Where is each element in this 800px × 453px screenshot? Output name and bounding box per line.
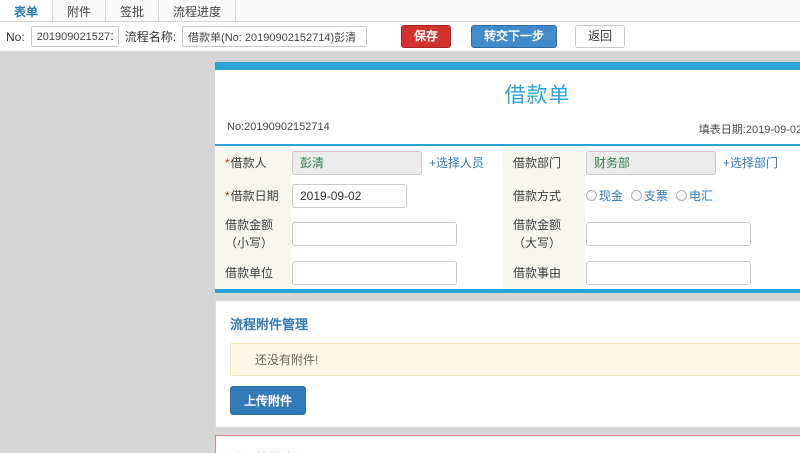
radio-icon[interactable] <box>631 190 643 201</box>
amount-upper-cell <box>585 212 800 256</box>
loan-method-radio-group: 现金 支票 电汇 <box>586 187 713 204</box>
loan-method-cell: 现金 支票 电汇 <box>585 179 800 212</box>
loan-reason-label: 借款事由 <box>503 256 585 289</box>
department-cell: +选择部门 <box>585 146 800 179</box>
content-area: 借款单 No:20190902152714 填表日期:2019-09-02 15… <box>0 52 800 453</box>
radio-icon[interactable] <box>586 190 597 201</box>
loan-form-panel: 借款单 No:20190902152714 填表日期:2019-09-02 15… <box>215 62 800 453</box>
upload-attachment-button[interactable]: 上传附件 <box>230 386 307 415</box>
tab-progress[interactable]: 流程进度 <box>159 0 237 21</box>
loan-method-label: 借款方式 <box>503 179 585 212</box>
tab-attachment[interactable]: 附件 <box>53 0 107 21</box>
loan-date-label: *借款日期 <box>215 179 291 212</box>
approval-heading: 流程签批意见 <box>230 449 800 453</box>
loan-reason-input[interactable] <box>586 260 751 285</box>
department-input[interactable] <box>586 150 716 175</box>
borrower-label: *借款人 <box>215 146 291 179</box>
borrower-input[interactable] <box>292 150 422 175</box>
loan-reason-cell <box>585 256 800 289</box>
form-title: 借款单 <box>504 84 571 107</box>
panel-bottom-bar <box>215 289 800 293</box>
no-attachments-alert: 还没有附件! <box>230 343 800 376</box>
amount-upper-label: 借款金额（大写） <box>503 212 585 256</box>
no-input[interactable] <box>30 26 119 47</box>
required-mark: * <box>225 188 230 203</box>
form-header: 借款单 No:20190902152714 填表日期:2019-09-02 15… <box>215 70 800 146</box>
back-button[interactable]: 返回 <box>575 24 626 49</box>
select-department-link[interactable]: +选择部门 <box>723 154 778 171</box>
page: { "tabs": [ { "label": "表单", "active": t… <box>0 0 800 453</box>
required-mark: * <box>225 155 230 170</box>
approval-comments-panel: 流程签批意见 B I abc A ⚑ « » ” <box>215 435 800 453</box>
attachments-panel: 流程附件管理 还没有附件! 上传附件 <box>215 300 800 428</box>
tab-form[interactable]: 表单 <box>0 0 54 21</box>
loan-unit-cell <box>291 256 503 289</box>
department-label: 借款部门 <box>503 146 585 179</box>
amount-lower-label: 借款金额（小写） <box>215 212 291 256</box>
attachments-heading: 流程附件管理 <box>230 317 309 332</box>
loan-unit-label: 借款单位 <box>215 256 291 289</box>
radio-option-wire[interactable]: 电汇 <box>676 187 713 204</box>
tab-approval[interactable]: 签批 <box>106 0 160 21</box>
form-fill-date: 填表日期:2019-09-02 15:27:14 <box>698 124 800 136</box>
loan-date-input[interactable] <box>292 183 407 208</box>
amount-lower-cell <box>291 212 503 256</box>
form-meta-row: No:20190902152714 填表日期:2019-09-02 15:27:… <box>227 119 800 144</box>
amount-lower-input[interactable] <box>292 222 457 246</box>
radio-option-cheque[interactable]: 支票 <box>631 187 668 204</box>
form-fields: *借款人 +选择人员 借款部门 +选择部门 *借款日期 借款方式 <box>215 146 800 289</box>
select-person-link[interactable]: +选择人员 <box>429 154 484 171</box>
no-label: No: <box>6 29 25 44</box>
radio-icon[interactable] <box>676 190 688 201</box>
radio-option-cash[interactable]: 现金 <box>586 187 623 204</box>
flow-name-input[interactable] <box>182 26 368 47</box>
form-number: No:20190902152714 <box>227 121 330 133</box>
loan-unit-input[interactable] <box>292 260 457 285</box>
borrower-cell: +选择人员 <box>291 146 503 179</box>
flow-name-label: 流程名称: <box>124 30 177 44</box>
amount-upper-input[interactable] <box>586 222 751 246</box>
forward-next-step-button[interactable]: 转交下一步 <box>471 24 558 49</box>
save-button[interactable]: 保存 <box>401 24 452 49</box>
tab-bar: 表单 附件 签批 流程进度 <box>0 0 800 22</box>
panel-top-bar <box>215 62 800 70</box>
loan-date-cell <box>291 179 503 212</box>
command-bar: No: 流程名称: 保存 转交下一步 返回 <box>0 22 800 52</box>
